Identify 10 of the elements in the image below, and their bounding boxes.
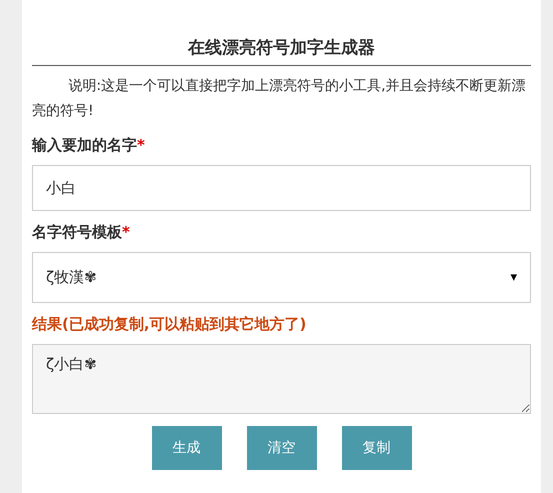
result-textarea[interactable]: ζ小白✾ [32,344,531,414]
field-label: 名字符号模板 [32,223,122,241]
description: 说明:这是一个可以直接把字加上漂亮符号的小工具,并且会持续不断更新漂亮的符号! [32,77,527,121]
required-mark: * [137,136,145,154]
page-title: 在线漂亮符号加字生成器 [32,36,531,66]
field-label: 输入要加的名字 [32,136,137,154]
name-input[interactable]: 小白 [32,165,531,211]
result-label: 结果(已成功复制,可以粘贴到其它地方了) [32,315,308,334]
required-mark: * [122,223,130,241]
template-select[interactable]: ζ牧漢✾ ▾ [32,252,531,303]
